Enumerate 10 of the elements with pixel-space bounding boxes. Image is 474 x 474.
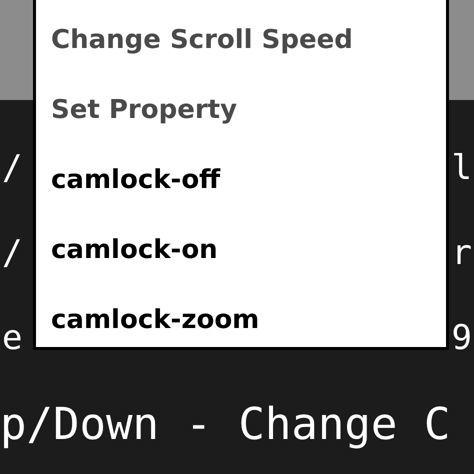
background-text: e	[2, 320, 22, 354]
background-text: l	[452, 150, 472, 184]
help-text: p/Down - Change C	[0, 403, 450, 447]
menu-item[interactable]: camlock-zoom	[51, 300, 260, 340]
background-text: 9	[452, 320, 472, 354]
background-text: /	[2, 236, 22, 270]
background-text: r	[452, 236, 472, 270]
menu-item[interactable]: camlock-off	[51, 160, 220, 200]
menu-item[interactable]: camlock-on	[51, 230, 218, 270]
background-text: /	[2, 150, 22, 184]
